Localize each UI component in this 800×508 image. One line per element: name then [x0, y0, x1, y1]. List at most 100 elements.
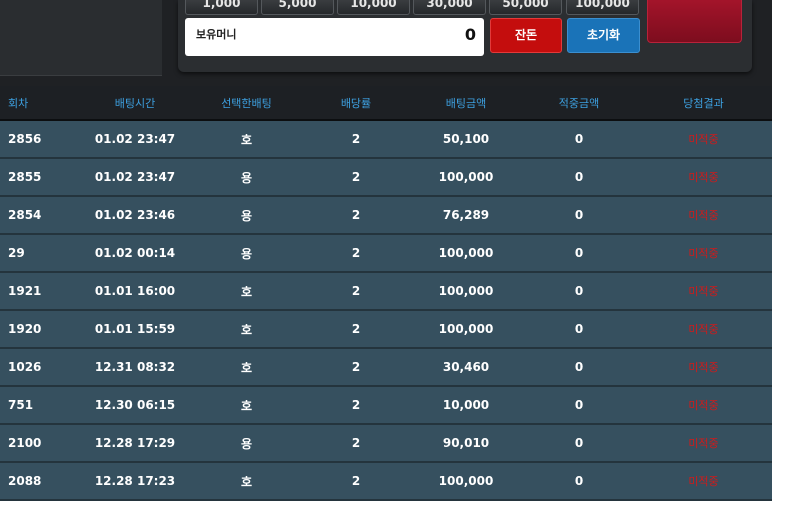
cell-selected-bet: 호 [190, 386, 303, 425]
header-odds: 배당률 [303, 86, 409, 121]
cell-bet-time: 01.01 16:00 [80, 272, 190, 311]
bet-history-table: 회차 배팅시간 선택한배팅 배당률 배팅금액 적중금액 당첨결과 2856 01.… [0, 86, 772, 508]
header-result: 당첨결과 [635, 86, 772, 121]
cell-round: 2855 [0, 158, 80, 197]
cell-round: 1026 [0, 348, 80, 387]
cell-bet-time: 01.02 23:47 [80, 158, 190, 197]
cell-selected-bet: 용 [190, 424, 303, 463]
cell-win-amount: 0 [523, 120, 635, 159]
amount-button-5000[interactable]: 5,000 [261, 0, 334, 15]
cell-result: 미적중 [635, 158, 772, 197]
bet-submit-button[interactable] [647, 0, 742, 43]
cell-round: 2856 [0, 120, 80, 159]
cell-round: 29 [0, 234, 80, 273]
cell-odds: 2 [303, 462, 409, 501]
table-header-row: 회차 배팅시간 선택한배팅 배당률 배팅금액 적중금액 당첨결과 [0, 86, 772, 121]
cell-selected-bet: 호 [190, 120, 303, 159]
header-selected-bet: 선택한배팅 [190, 86, 303, 121]
cell-selected-bet: 용 [190, 196, 303, 235]
cell-win-amount: 0 [523, 424, 635, 463]
cell-result: 미적중 [635, 272, 772, 311]
cell-bet-time: 12.31 08:32 [80, 348, 190, 387]
cell-round: 1920 [0, 310, 80, 349]
amount-button-100000[interactable]: 100,000 [566, 0, 639, 15]
cell-win-amount: 0 [523, 158, 635, 197]
header-win-amount: 적중금액 [523, 86, 635, 121]
cell-odds: 2 [303, 234, 409, 273]
cell-bet-amount: 100,000 [409, 234, 523, 273]
cell-round: 2854 [0, 196, 80, 235]
cell-selected-bet: 용 [190, 158, 303, 197]
cell-odds: 2 [303, 348, 409, 387]
table-row: 2088 12.28 17:23 호 2 100,000 0 미적중 [0, 462, 772, 501]
table-row: 2100 12.28 17:29 용 2 90,010 0 미적중 [0, 424, 772, 463]
cell-odds: 2 [303, 158, 409, 197]
table-body: 2856 01.02 23:47 호 2 50,100 0 미적중 2855 01.02 23:… [0, 120, 772, 501]
table-row: 751 12.30 06:15 호 2 10,000 0 미적중 [0, 386, 772, 425]
cell-win-amount: 0 [523, 196, 635, 235]
cell-odds: 2 [303, 386, 409, 425]
money-label: 보유머니 [196, 28, 237, 41]
cell-bet-time: 01.01 15:59 [80, 310, 190, 349]
cell-win-amount: 0 [523, 272, 635, 311]
table-row: 1921 01.01 16:00 호 2 100,000 0 미적중 [0, 272, 772, 311]
cell-bet-amount: 100,000 [409, 272, 523, 311]
cell-win-amount: 0 [523, 234, 635, 273]
cell-bet-amount: 50,100 [409, 120, 523, 159]
cell-bet-time: 12.30 06:15 [80, 386, 190, 425]
cell-bet-amount: 100,000 [409, 462, 523, 501]
cell-round: 2100 [0, 424, 80, 463]
header-bet-time: 배팅시간 [80, 86, 190, 121]
cell-selected-bet: 호 [190, 272, 303, 311]
amount-button-30000[interactable]: 30,000 [413, 0, 486, 15]
header-bet-amount: 배팅금액 [409, 86, 523, 121]
cell-bet-amount: 100,000 [409, 158, 523, 197]
cell-bet-amount: 100,000 [409, 310, 523, 349]
cell-odds: 2 [303, 120, 409, 159]
cell-result: 미적중 [635, 348, 772, 387]
cell-bet-amount: 90,010 [409, 424, 523, 463]
cell-selected-bet: 용 [190, 234, 303, 273]
cell-round: 1921 [0, 272, 80, 311]
amount-button-1000[interactable]: 1,000 [185, 0, 258, 15]
cell-win-amount: 0 [523, 462, 635, 501]
amount-button-10000[interactable]: 10,000 [337, 0, 410, 15]
cell-bet-amount: 76,289 [409, 196, 523, 235]
cell-odds: 2 [303, 424, 409, 463]
table-row: 29 01.02 00:14 용 2 100,000 0 미적중 [0, 234, 772, 273]
cell-bet-amount: 10,000 [409, 386, 523, 425]
cell-odds: 2 [303, 272, 409, 311]
table-row: 2854 01.02 23:46 용 2 76,289 0 미적중 [0, 196, 772, 235]
money-value: 0 [464, 25, 476, 44]
cell-odds: 2 [303, 196, 409, 235]
cell-round: 751 [0, 386, 80, 425]
reset-button[interactable]: 초기화 [567, 18, 640, 53]
cell-win-amount: 0 [523, 310, 635, 349]
cell-round: 2088 [0, 462, 80, 501]
cell-win-amount: 0 [523, 386, 635, 425]
cell-bet-time: 12.28 17:29 [80, 424, 190, 463]
table-row: 1026 12.31 08:32 호 2 30,460 0 미적중 [0, 348, 772, 387]
cell-bet-amount: 30,460 [409, 348, 523, 387]
cell-selected-bet: 호 [190, 310, 303, 349]
cell-result: 미적중 [635, 196, 772, 235]
table-row: 2855 01.02 23:47 용 2 100,000 0 미적중 [0, 158, 772, 197]
amount-button-50000[interactable]: 50,000 [489, 0, 562, 15]
balance-button[interactable]: 잔돈 [490, 18, 562, 53]
left-panel [0, 0, 162, 76]
cell-result: 미적중 [635, 120, 772, 159]
cell-selected-bet: 호 [190, 462, 303, 501]
cell-win-amount: 0 [523, 348, 635, 387]
cell-result: 미적중 [635, 462, 772, 501]
cell-odds: 2 [303, 310, 409, 349]
cell-bet-time: 01.02 23:46 [80, 196, 190, 235]
cell-result: 미적중 [635, 234, 772, 273]
top-area: 1,000 5,000 10,000 30,000 50,000 100,000… [0, 0, 772, 86]
cell-result: 미적중 [635, 424, 772, 463]
cell-result: 미적중 [635, 310, 772, 349]
cell-bet-time: 01.02 00:14 [80, 234, 190, 273]
table-row: 2856 01.02 23:47 호 2 50,100 0 미적중 [0, 120, 772, 159]
cell-result: 미적중 [635, 386, 772, 425]
cell-bet-time: 12.28 17:23 [80, 462, 190, 501]
table-row: 1920 01.01 15:59 호 2 100,000 0 미적중 [0, 310, 772, 349]
